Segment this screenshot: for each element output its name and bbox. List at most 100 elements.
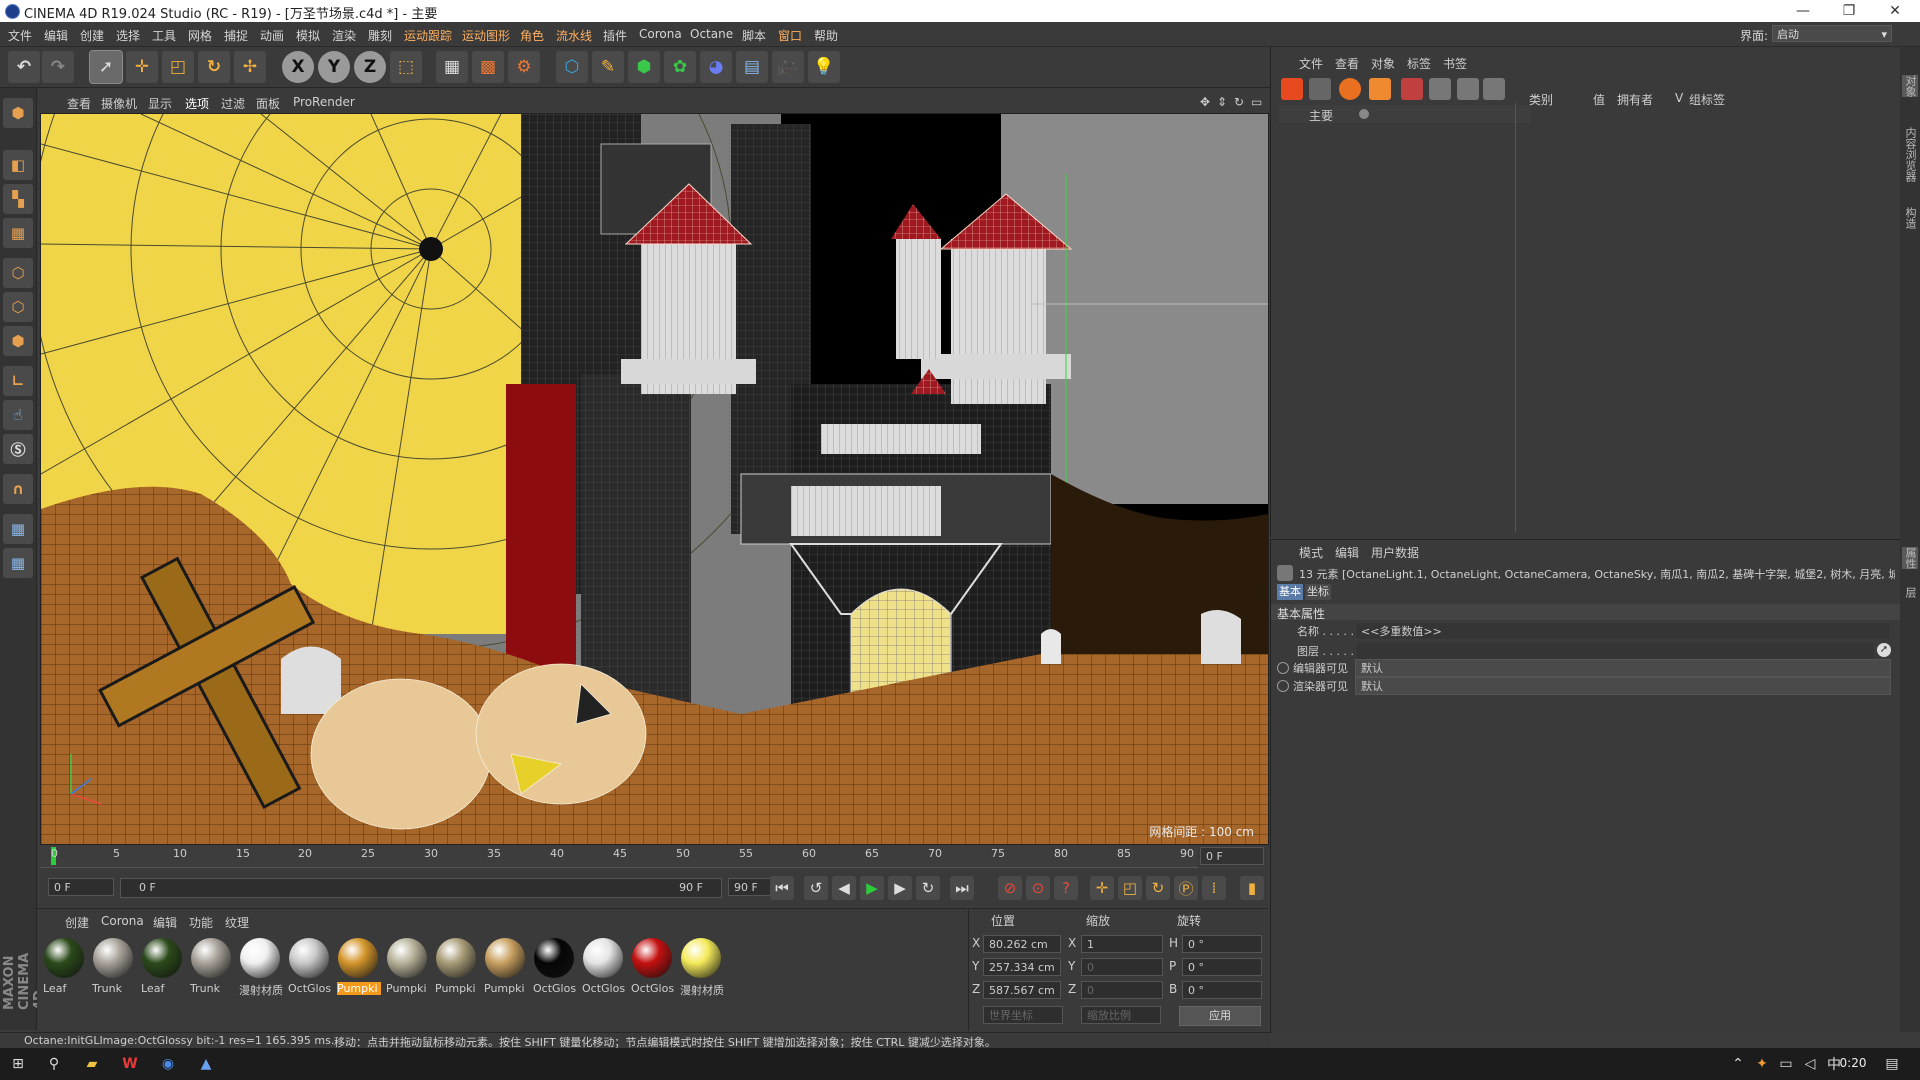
menu-create[interactable]: 创建 <box>80 27 104 44</box>
menu-plugins[interactable]: 插件 <box>603 27 627 44</box>
tab-structure[interactable]: 构造 <box>1902 207 1918 229</box>
model-mode-button[interactable]: ◧ <box>3 150 33 180</box>
viewport-menu-filter[interactable]: 过滤 <box>221 95 245 112</box>
menu-edit[interactable]: 编辑 <box>44 27 68 44</box>
material-menu-texture[interactable]: 纹理 <box>225 914 249 931</box>
auto-keying-button[interactable]: ⊙ <box>1026 876 1050 900</box>
next-keyframe-button[interactable]: ↻ <box>916 876 940 900</box>
cinema4d-icon[interactable]: ▲ <box>194 1052 218 1076</box>
timeline-ruler[interactable]: 0 5 10 15 20 25 30 35 40 45 50 55 60 65 … <box>40 845 1198 868</box>
octane-tools-icon[interactable] <box>1457 78 1479 100</box>
menu-corona[interactable]: Corona <box>639 27 682 41</box>
camera-button[interactable]: 🎥 <box>772 51 804 83</box>
wps-icon[interactable]: W <box>118 1052 142 1076</box>
x-axis-lock-button[interactable]: X <box>282 51 314 83</box>
workplane-lock-button[interactable]: ▦ <box>3 514 33 544</box>
go-to-start-button[interactable]: ⏮ <box>770 876 794 900</box>
subdivision-button[interactable]: ⬢ <box>628 51 660 83</box>
minimize-button[interactable]: — <box>1780 0 1826 22</box>
octane-extra-icon[interactable] <box>1483 78 1505 100</box>
render-picture-viewer-button[interactable]: ▩ <box>472 51 504 83</box>
coord-scale-mode-select[interactable]: 缩放比例 <box>1081 1006 1161 1024</box>
material-menu-edit[interactable]: 编辑 <box>153 914 177 931</box>
menu-motion-tracking[interactable]: 运动跟踪 <box>404 27 452 44</box>
coord-world-mode-select[interactable]: 世界坐标 <box>983 1006 1063 1024</box>
move-tool-button[interactable]: ✛ <box>126 51 158 83</box>
editor-visible-select[interactable]: 默认 <box>1355 659 1891 677</box>
z-axis-lock-button[interactable]: Z <box>354 51 386 83</box>
material-tile[interactable]: Pumpki <box>433 936 479 998</box>
edges-mode-button[interactable]: ⬡ <box>3 292 33 322</box>
viewport-menu-panel[interactable]: 面板 <box>256 95 280 112</box>
tab-objects[interactable]: 对象 <box>1902 75 1918 97</box>
coord-scale-z-field[interactable]: 0 <box>1081 981 1163 999</box>
timeline[interactable]: 0 5 10 15 20 25 30 35 40 45 50 55 60 65 … <box>40 845 1267 868</box>
visibility-dot-icon[interactable] <box>1359 109 1369 119</box>
y-axis-lock-button[interactable]: Y <box>318 51 350 83</box>
apply-button[interactable]: 应用 <box>1179 1006 1261 1026</box>
material-tile[interactable]: OctGlos <box>531 936 577 998</box>
close-button[interactable]: ✕ <box>1872 0 1918 22</box>
material-tile[interactable]: OctGlos <box>629 936 675 998</box>
range-slider[interactable]: 0 F 90 F <box>120 878 722 898</box>
redo-button[interactable]: ↷ <box>42 51 74 83</box>
coord-pos-x-field[interactable]: 80.262 cm <box>983 935 1061 953</box>
light-button[interactable]: 💡 <box>808 51 840 83</box>
obj-menu-file[interactable]: 文件 <box>1299 55 1323 72</box>
network-icon[interactable]: ▭ <box>1774 1052 1798 1076</box>
planar-workplane-button[interactable]: ▦ <box>3 548 33 578</box>
octane-settings-icon[interactable] <box>1429 78 1451 100</box>
frame-start-field[interactable]: 0 F <box>48 878 114 896</box>
menu-render[interactable]: 渲染 <box>332 27 356 44</box>
field-layer-input[interactable] <box>1355 642 1875 660</box>
coord-pos-z-field[interactable]: 587.567 cm <box>983 981 1061 999</box>
keyframe-selection-button[interactable]: ? <box>1054 876 1078 900</box>
select-tool-button[interactable]: ➚ <box>89 50 123 84</box>
coordinate-system-button[interactable]: ⬚ <box>390 51 422 83</box>
coord-scale-x-field[interactable]: 1 <box>1081 935 1163 953</box>
current-frame-field[interactable]: 0 F <box>1200 847 1264 865</box>
start-icon[interactable]: ⊞ <box>6 1052 30 1076</box>
obj-menu-view[interactable]: 查看 <box>1335 55 1359 72</box>
search-icon[interactable]: ⚲ <box>42 1052 66 1076</box>
points-mode-button[interactable]: ⬡ <box>3 258 33 288</box>
octane-render-icon[interactable] <box>1401 78 1423 100</box>
object-row[interactable]: 主要 <box>1279 105 1531 123</box>
menu-simulate[interactable]: 模拟 <box>296 27 320 44</box>
tray-app-icon[interactable]: ✦ <box>1750 1052 1774 1076</box>
previous-frame-button[interactable]: ◀ <box>832 876 856 900</box>
timeline-window-button[interactable]: ▮ <box>1240 876 1264 900</box>
volume-icon[interactable]: ◁ <box>1798 1052 1822 1076</box>
tweak-mode-button[interactable]: ☝ <box>3 400 33 430</box>
maximize-button[interactable]: ❐ <box>1826 0 1872 22</box>
coord-scale-y-field[interactable]: 0 <box>1081 958 1163 976</box>
layer-arrow-icon[interactable]: ➚ <box>1877 643 1891 657</box>
menu-octane[interactable]: Octane <box>690 27 733 41</box>
polygons-mode-button[interactable]: ⬢ <box>3 326 33 356</box>
material-tile[interactable]: Pumpki <box>482 936 528 998</box>
menu-mesh[interactable]: 网格 <box>188 27 212 44</box>
material-menu-corona[interactable]: Corona <box>101 914 144 928</box>
menu-file[interactable]: 文件 <box>8 27 32 44</box>
viewport-menu-options[interactable]: 选项 <box>185 95 209 112</box>
viewport-menu-cameras[interactable]: 摄像机 <box>101 95 137 112</box>
material-tile[interactable]: Leaf <box>41 936 87 998</box>
live-selection-button[interactable]: ✢ <box>234 51 266 83</box>
make-editable-button[interactable]: ⬢ <box>3 98 33 128</box>
octane-light-icon[interactable] <box>1281 78 1303 100</box>
menu-pipeline[interactable]: 流水线 <box>556 27 592 44</box>
menu-sculpt[interactable]: 雕刻 <box>368 27 392 44</box>
menu-select[interactable]: 选择 <box>116 27 140 44</box>
octane-material-icon[interactable] <box>1369 78 1391 100</box>
key-pla-button[interactable]: ⁞ <box>1202 876 1226 900</box>
key-parameter-button[interactable]: Ⓟ <box>1174 876 1198 900</box>
tab-attributes[interactable]: 属性 <box>1902 547 1918 569</box>
obj-menu-bookmarks[interactable]: 书签 <box>1443 55 1467 72</box>
key-scale-button[interactable]: ◰ <box>1118 876 1142 900</box>
field-name-input[interactable]: <<多重数值>> <box>1355 622 1891 640</box>
attr-menu-userdata[interactable]: 用户数据 <box>1371 544 1419 561</box>
material-tile[interactable]: OctGlos <box>286 936 332 998</box>
key-rotation-button[interactable]: ↻ <box>1146 876 1170 900</box>
floor-button[interactable]: ▤ <box>736 51 768 83</box>
pen-spline-button[interactable]: ✎ <box>592 51 624 83</box>
